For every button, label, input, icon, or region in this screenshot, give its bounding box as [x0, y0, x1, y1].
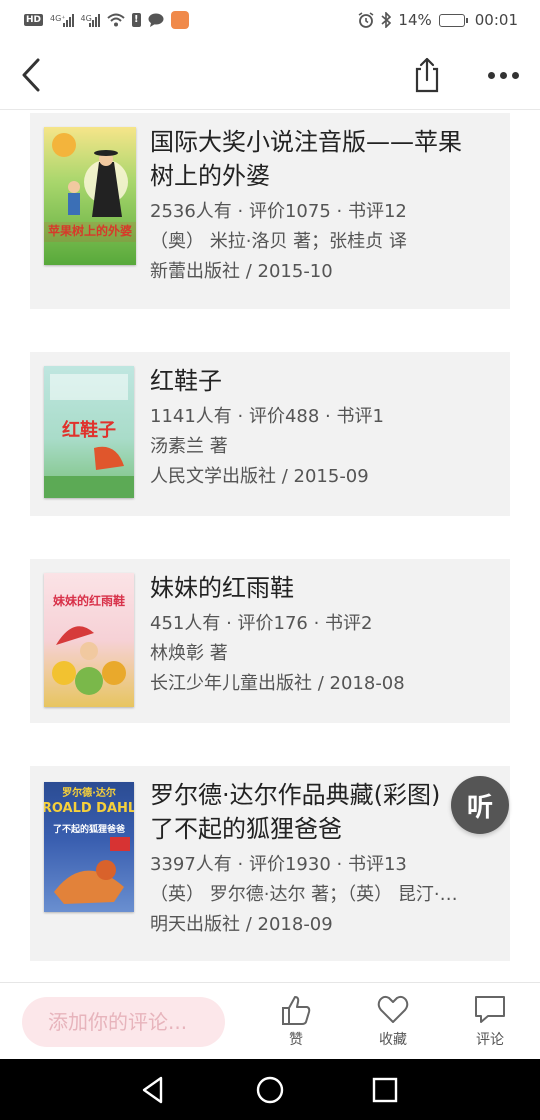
book-cover: 苹果树上的外婆 — [44, 127, 136, 265]
book-publisher: 长江少年儿童出版社 / 2018-08 — [150, 673, 405, 694]
book-author: （英） 罗尔德·达尔 著；（英） 昆汀·… — [150, 884, 458, 905]
nav-back-button[interactable] — [137, 1073, 171, 1107]
book-card[interactable]: 苹果树上的外婆 国际大奖小说注音版——苹果 树上的外婆 2536人有 · 评价10… — [30, 113, 510, 309]
message-icon — [148, 13, 164, 27]
book-cover: 红鞋子 — [44, 366, 134, 498]
dot-icon — [499, 71, 507, 79]
book-list: 苹果树上的外婆 国际大奖小说注音版——苹果 树上的外婆 2536人有 · 评价10… — [0, 111, 540, 982]
cover-title: 了不起的狐狸爸爸 — [53, 823, 125, 835]
like-button[interactable]: 赞 — [266, 993, 326, 1053]
book-stats: 3397人有 · 评价1930 · 书评13 — [150, 854, 407, 875]
status-bar: HD 4G⁺ 4G ! 14% 00:01 — [0, 0, 540, 40]
thumbs-up-icon — [282, 996, 311, 1025]
share-button[interactable] — [410, 56, 444, 94]
book-card[interactable]: 罗尔德·达尔 ROALD DAHL 了不起的狐狸爸爸 罗尔德·达尔作品典藏(彩图… — [30, 766, 510, 961]
cover-title: 妹妹的红雨鞋 — [52, 593, 125, 608]
book-info: 红鞋子 1141人有 · 评价488 · 书评1 汤素兰 著 人民文学出版社 /… — [150, 364, 500, 492]
book-card[interactable]: 红鞋子 红鞋子 1141人有 · 评价488 · 书评1 汤素兰 著 人民文学出… — [30, 352, 510, 516]
more-options-button[interactable] — [482, 62, 524, 88]
book-title: 妹妹的红雨鞋 — [150, 574, 294, 602]
book-cover-illustration: 红鞋子 — [44, 374, 134, 498]
clock: 00:01 — [474, 11, 518, 29]
favorite-label: 收藏 — [379, 1032, 407, 1048]
book-title: 罗尔德·达尔作品典藏(彩图) 了不起的狐狸爸爸 — [150, 781, 441, 843]
comment-button[interactable]: 评论 — [460, 993, 520, 1053]
book-author: （奥） 米拉·洛贝 著；张桂贞 译 — [150, 231, 407, 252]
signal-icon: 4G⁺ — [50, 13, 74, 27]
book-cover: 妹妹的红雨鞋 — [44, 573, 134, 707]
book-card[interactable]: 妹妹的红雨鞋 妹妹的红雨鞋 451人有 · 评价176 · 书评2 林焕彰 著 … — [30, 559, 510, 723]
book-cover-illustration: 苹果树上的外婆 — [44, 133, 136, 242]
cover-brand: ROALD DAHL — [44, 801, 134, 816]
bottom-action-bar: 添加你的评论... 赞 收藏 评论 — [0, 982, 540, 1059]
nav-recents-button[interactable] — [368, 1073, 402, 1107]
speech-bubble-icon — [475, 996, 505, 1023]
battery-percent: 14% — [398, 11, 432, 29]
dot-icon — [511, 71, 519, 79]
book-cover-illustration: 罗尔德·达尔 ROALD DAHL 了不起的狐狸爸爸 — [44, 786, 134, 904]
book-info: 国际大奖小说注音版——苹果 树上的外婆 2536人有 · 评价1075 · 书评1… — [150, 125, 500, 287]
app-header — [0, 40, 540, 110]
book-cover: 罗尔德·达尔 ROALD DAHL 了不起的狐狸爸爸 — [44, 782, 134, 912]
alarm-icon — [358, 12, 374, 28]
cover-author: 罗尔德·达尔 — [62, 786, 116, 799]
wifi-icon — [107, 13, 125, 27]
heart-icon — [377, 995, 409, 1023]
battery-icon — [438, 13, 468, 27]
signal-icon: 4G — [81, 13, 100, 27]
book-publisher: 明天出版社 / 2018-09 — [150, 914, 333, 935]
book-info: 罗尔德·达尔作品典藏(彩图) 了不起的狐狸爸爸 3397人有 · 评价1930 ·… — [150, 778, 500, 940]
favorite-button[interactable]: 收藏 — [363, 993, 423, 1053]
book-author: 汤素兰 著 — [150, 436, 228, 457]
nav-home-button[interactable] — [253, 1073, 287, 1107]
listen-button[interactable]: 听 — [451, 776, 509, 834]
book-cover-illustration: 妹妹的红雨鞋 — [52, 593, 126, 695]
cover-title: 苹果树上的外婆 — [48, 223, 132, 238]
book-title: 国际大奖小说注音版——苹果 树上的外婆 — [150, 128, 462, 190]
book-stats: 2536人有 · 评价1075 · 书评12 — [150, 201, 407, 222]
dot-icon — [487, 71, 495, 79]
book-author: 林焕彰 著 — [150, 643, 228, 664]
book-publisher: 新蕾出版社 / 2015-10 — [150, 261, 333, 282]
comment-input[interactable]: 添加你的评论... — [22, 997, 225, 1047]
back-button[interactable] — [14, 56, 50, 94]
book-publisher: 人民文学出版社 / 2015-09 — [150, 466, 369, 487]
book-stats: 451人有 · 评价176 · 书评2 — [150, 613, 373, 634]
app-notification-icon — [170, 11, 189, 29]
alert-icon: ! — [131, 13, 141, 27]
bluetooth-icon — [381, 12, 392, 28]
comment-label: 评论 — [476, 1032, 504, 1048]
hd-badge: HD — [24, 14, 44, 26]
book-stats: 1141人有 · 评价488 · 书评1 — [150, 406, 384, 427]
cover-title: 红鞋子 — [62, 419, 116, 441]
book-info: 妹妹的红雨鞋 451人有 · 评价176 · 书评2 林焕彰 著 长江少年儿童出… — [150, 571, 500, 699]
like-label: 赞 — [289, 1032, 303, 1048]
system-nav-bar — [0, 1059, 540, 1120]
book-title: 红鞋子 — [150, 367, 222, 395]
